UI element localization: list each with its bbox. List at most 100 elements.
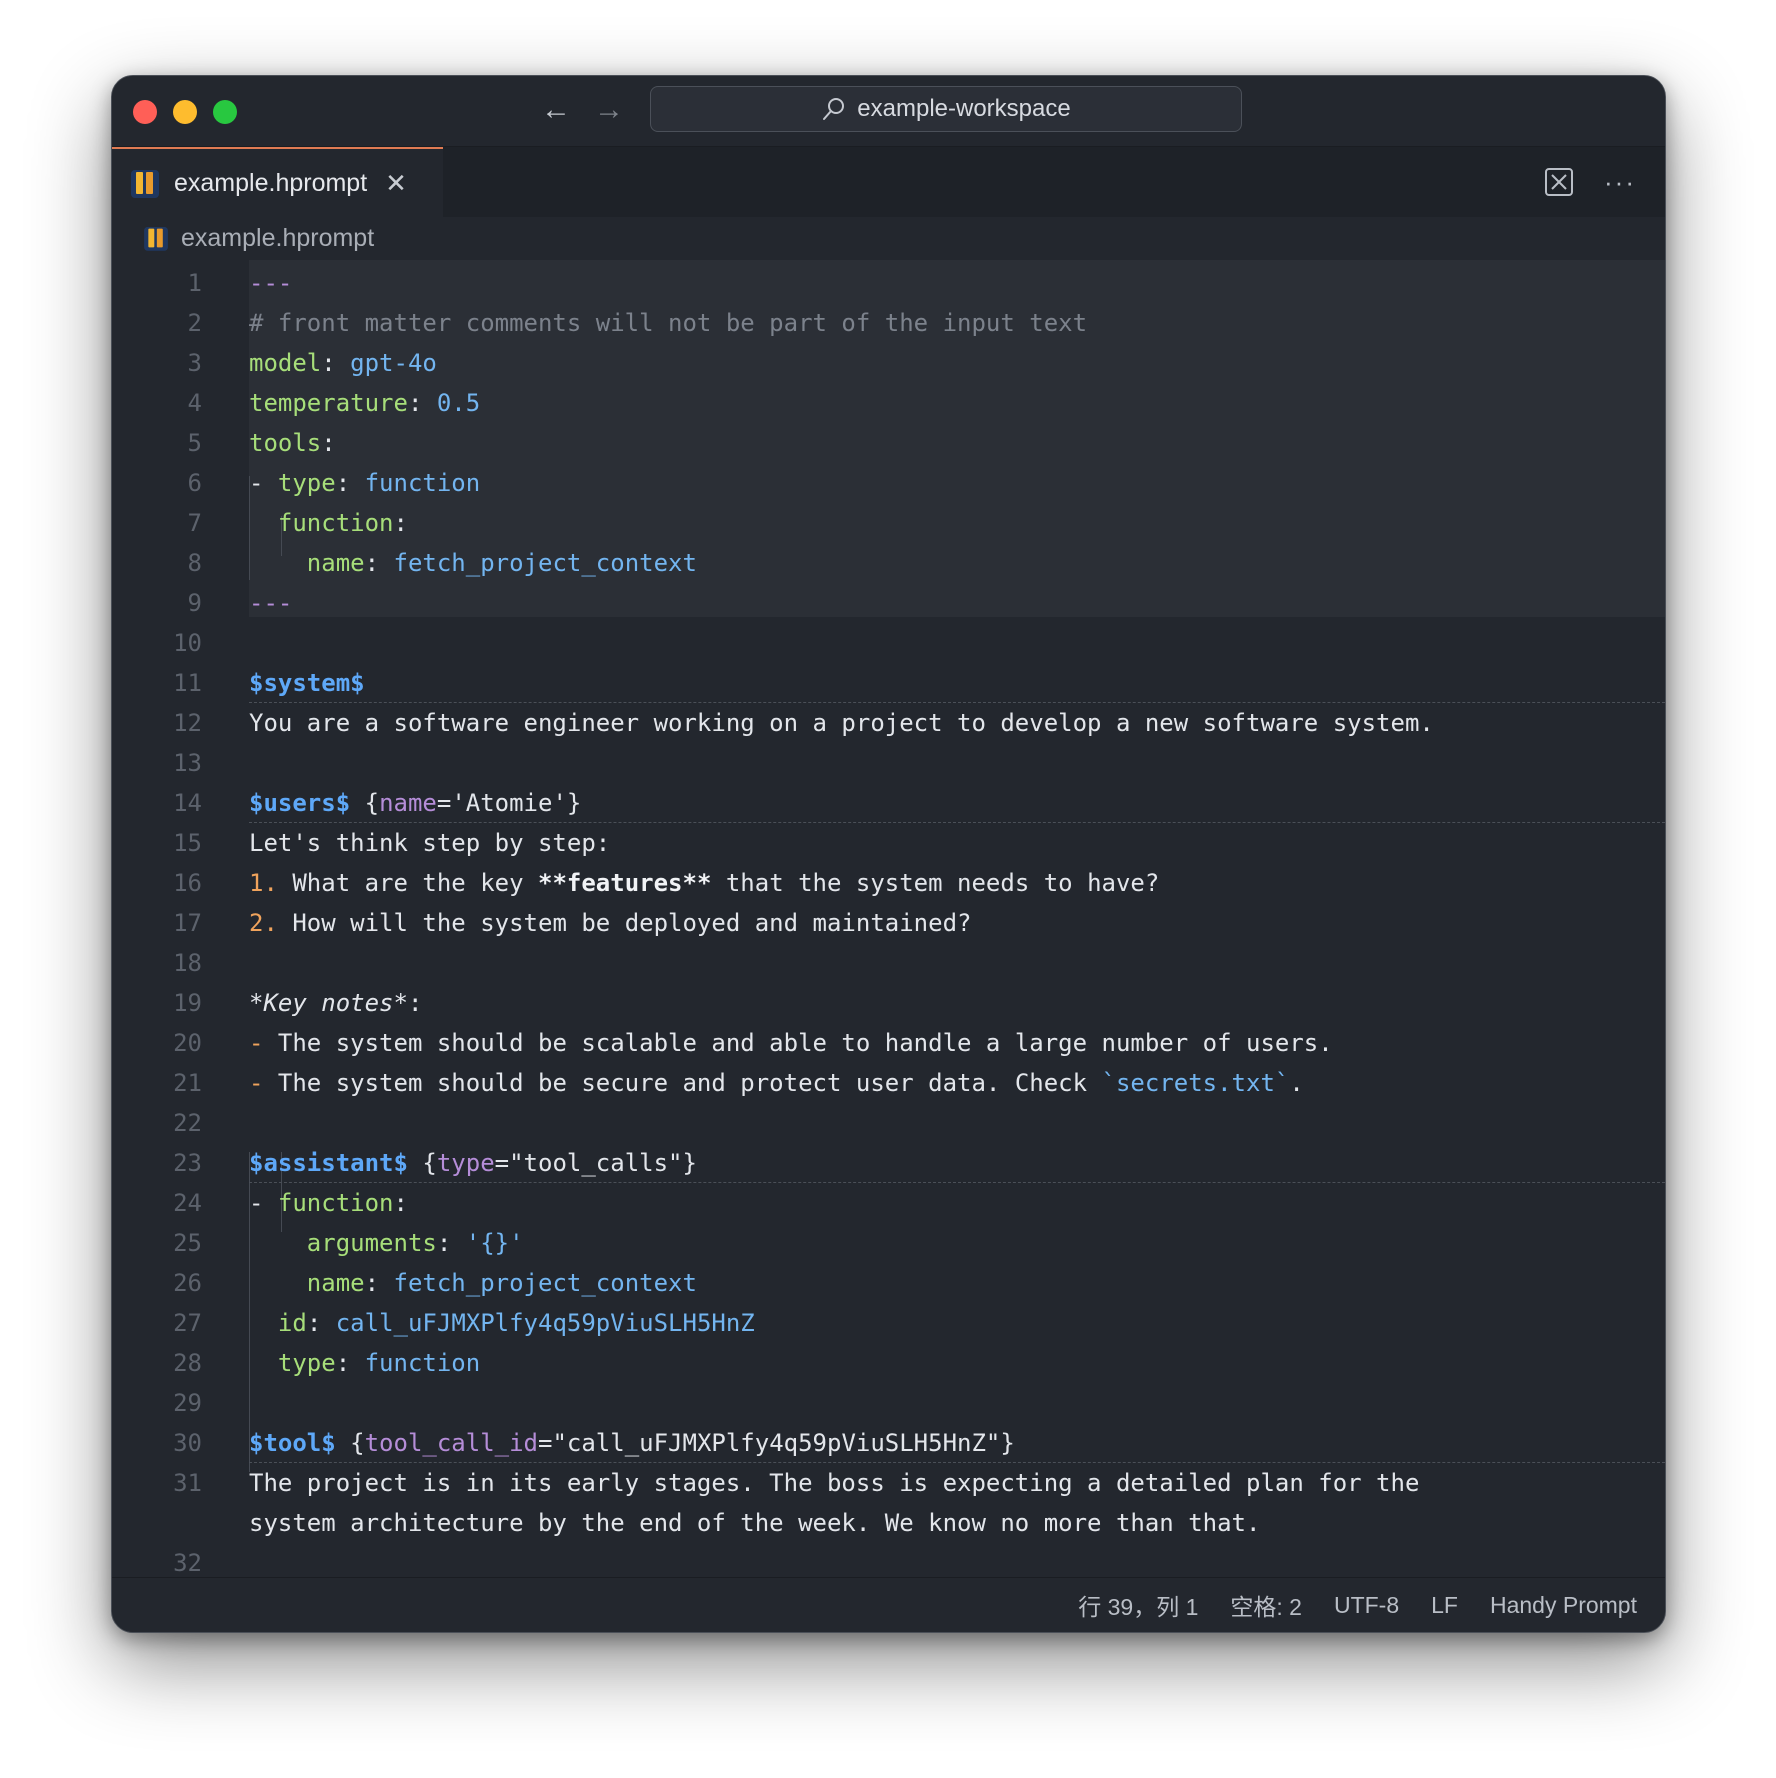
line-number: 16 xyxy=(132,863,202,903)
code-line[interactable]: 15Let's think step by step: xyxy=(112,823,1665,863)
status-eol[interactable]: LF xyxy=(1431,1592,1458,1619)
token-key: model xyxy=(249,349,321,377)
line-content: --- xyxy=(249,263,292,303)
code-line[interactable]: 28 type: function xyxy=(112,1343,1665,1383)
token-key: arguments xyxy=(307,1229,437,1257)
code-line[interactable]: 1--- xyxy=(112,263,1665,303)
token-punc: = xyxy=(538,1429,552,1457)
zoom-window-button[interactable] xyxy=(213,100,237,124)
token-key: name xyxy=(307,549,365,577)
code-line[interactable]: 30$tool$ {tool_call_id="call_uFJMXPlfy4q… xyxy=(249,1423,1665,1463)
search-label: example-workspace xyxy=(857,95,1070,123)
code-line[interactable]: 23$assistant$ {type="tool_calls"} xyxy=(249,1143,1665,1183)
token-punc: : xyxy=(394,1189,408,1217)
code-line[interactable]: 4temperature: 0.5 xyxy=(112,383,1665,423)
line-number: 12 xyxy=(132,703,202,743)
token-role: $assistant$ xyxy=(249,1149,408,1177)
code-line[interactable]: 10 xyxy=(112,623,1665,663)
line-content: temperature: 0.5 xyxy=(249,383,480,423)
code-line[interactable]: 11$system$ xyxy=(249,663,1665,703)
token-val: function xyxy=(365,1349,481,1377)
token-key: type xyxy=(278,469,336,497)
code-line[interactable]: 20- The system should be scalable and ab… xyxy=(112,1023,1665,1063)
token-num: 0.5 xyxy=(437,389,480,417)
code-line[interactable]: 8 name: fetch_project_context xyxy=(112,543,1665,583)
code-line[interactable]: 31The project is in its early stages. Th… xyxy=(112,1463,1665,1503)
token-punc xyxy=(249,1229,307,1257)
code-line[interactable]: 27 id: call_uFJMXPlfy4q59pViuSLH5HnZ xyxy=(112,1303,1665,1343)
breadcrumb-item-file[interactable]: example.hprompt xyxy=(181,224,374,253)
line-content: $system$ xyxy=(249,663,365,703)
token-punc: { xyxy=(336,1429,365,1457)
token-role: $tool$ xyxy=(249,1429,336,1457)
line-content: $tool$ {tool_call_id="call_uFJMXPlfy4q59… xyxy=(249,1423,1015,1463)
token-punc: : xyxy=(437,1229,466,1257)
token-role: $system$ xyxy=(249,669,365,697)
command-center-search[interactable]: example-workspace xyxy=(650,86,1242,132)
line-content: - The system should be secure and protec… xyxy=(249,1063,1304,1103)
code-line[interactable]: 18 xyxy=(112,943,1665,983)
tab-example-hprompt[interactable]: example.hprompt ✕ xyxy=(112,147,443,217)
line-number: 25 xyxy=(132,1223,202,1263)
line-number: 10 xyxy=(132,623,202,663)
line-content: --- xyxy=(249,583,292,623)
code-editor[interactable]: 1---2# front matter comments will not be… xyxy=(112,260,1665,1578)
code-line[interactable]: 14$users$ {name='Atomie'} xyxy=(249,783,1665,823)
token-punc xyxy=(249,1269,307,1297)
close-icon[interactable]: ✕ xyxy=(385,170,407,196)
token-val: function xyxy=(365,469,481,497)
line-content: name: fetch_project_context xyxy=(249,543,697,583)
line-number: 26 xyxy=(132,1263,202,1303)
close-window-button[interactable] xyxy=(133,100,157,124)
minimize-window-button[interactable] xyxy=(173,100,197,124)
status-indentation[interactable]: 空格: 2 xyxy=(1230,1588,1302,1622)
token-punc: = xyxy=(437,789,451,817)
line-content: $users$ {name='Atomie'} xyxy=(249,783,581,823)
status-bar: 行 39，列 1 空格: 2 UTF-8 LF Handy Prompt xyxy=(112,1577,1665,1632)
line-content: - function: xyxy=(249,1183,408,1223)
forward-arrow-icon[interactable]: → xyxy=(591,92,627,128)
token-punc: - xyxy=(249,1189,278,1217)
back-arrow-icon[interactable]: ← xyxy=(538,92,574,128)
code-line[interactable]: 13 xyxy=(112,743,1665,783)
status-encoding[interactable]: UTF-8 xyxy=(1334,1592,1399,1619)
line-content: model: gpt-4o xyxy=(249,343,437,383)
tab-label: example.hprompt xyxy=(174,169,367,198)
line-content: Let's think step by step: xyxy=(249,823,610,863)
line-content: type: function xyxy=(249,1343,480,1383)
token-text: What are the key xyxy=(278,869,538,897)
token-attr: tool_call_id xyxy=(365,1429,538,1457)
breadcrumb: example.hprompt xyxy=(112,216,1665,260)
token-key: function xyxy=(278,1189,394,1217)
code-line[interactable]: 25 arguments: '{}' xyxy=(112,1223,1665,1263)
code-line[interactable]: 12You are a software engineer working on… xyxy=(112,703,1665,743)
line-content: arguments: '{}' xyxy=(249,1223,524,1263)
token-punc: { xyxy=(408,1149,437,1177)
token-punc: = xyxy=(495,1149,509,1177)
code-line[interactable]: 3model: gpt-4o xyxy=(112,343,1665,383)
split-editor-icon[interactable] xyxy=(1544,167,1574,197)
hprompt-file-icon xyxy=(134,170,156,196)
code-line[interactable]: 161. What are the key **features** that … xyxy=(112,863,1665,903)
code-line[interactable]: system architecture by the end of the we… xyxy=(112,1503,1665,1543)
status-cursor-position[interactable]: 行 39，列 1 xyxy=(1078,1588,1198,1622)
code-line[interactable]: 172. How will the system be deployed and… xyxy=(112,903,1665,943)
more-actions-icon[interactable]: ··· xyxy=(1604,167,1636,197)
status-language-mode[interactable]: Handy Prompt xyxy=(1490,1592,1637,1619)
code-line[interactable]: 22 xyxy=(112,1103,1665,1143)
code-line[interactable]: 26 name: fetch_project_context xyxy=(112,1263,1665,1303)
code-line[interactable]: 5tools: xyxy=(112,423,1665,463)
code-line[interactable]: 7 function: xyxy=(112,503,1665,543)
code-line[interactable]: 6- type: function xyxy=(112,463,1665,503)
code-line[interactable]: 9--- xyxy=(112,583,1665,623)
code-line[interactable]: 2# front matter comments will not be par… xyxy=(112,303,1665,343)
token-list: - xyxy=(249,1029,263,1057)
token-punc: } xyxy=(1000,1429,1014,1457)
code-line[interactable]: 29 xyxy=(112,1383,1665,1423)
line-content: function: xyxy=(249,503,408,543)
code-line[interactable]: 21- The system should be secure and prot… xyxy=(112,1063,1665,1103)
code-line[interactable]: 19*Key notes*: xyxy=(112,983,1665,1023)
line-number: 2 xyxy=(132,303,202,343)
code-line[interactable]: 24- function: xyxy=(112,1183,1665,1223)
token-code: `secrets.txt` xyxy=(1102,1069,1290,1097)
